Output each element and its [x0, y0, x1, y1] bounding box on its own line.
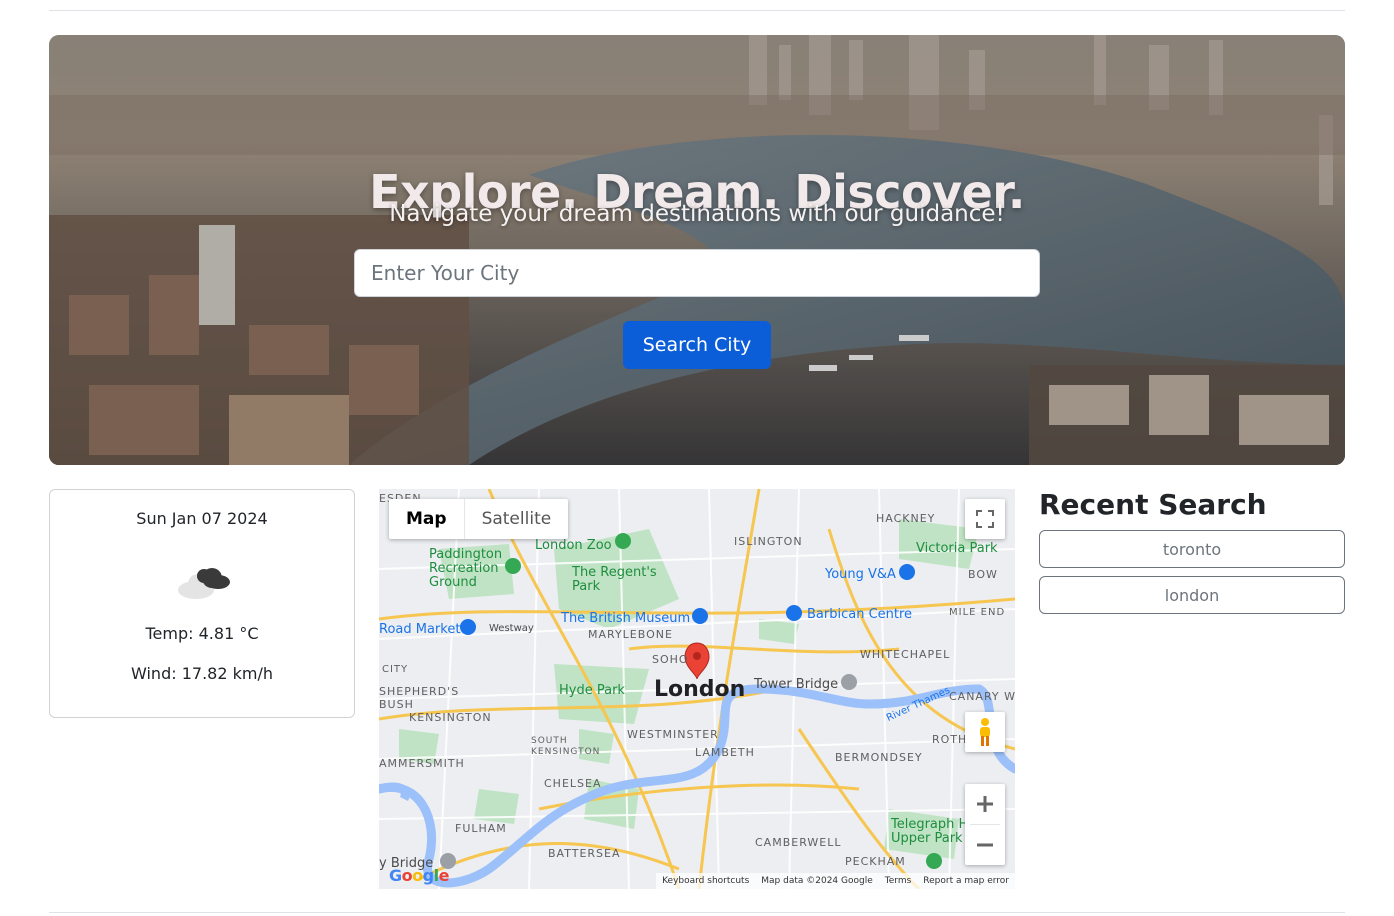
weather-temp: Temp: 4.81 °C: [145, 624, 259, 643]
map-label-bow: BOW: [968, 568, 998, 581]
weather-wind: Wind: 17.82 km/h: [131, 664, 273, 683]
map-label-marylebone: MARYLEBONE: [588, 628, 673, 641]
fullscreen-button[interactable]: [965, 499, 1005, 539]
map-label-islington: ISLINGTON: [734, 535, 803, 548]
map-label-westminster: WESTMINSTER: [627, 728, 719, 741]
map-label-paddington: Paddington Recreation Ground: [429, 547, 503, 590]
map-label-shepherds-bush: SHEPHERD'S BUSH: [379, 685, 460, 711]
hero-subtitle: Navigate your dream destinations with ou…: [389, 201, 1005, 227]
map-label-camberwell: CAMBERWELL: [755, 836, 842, 849]
hero-banner: Explore. Dream. Discover. Navigate your …: [49, 35, 1345, 465]
map-label-hyde-park: Hyde Park: [559, 683, 625, 698]
map-label-london-zoo: London Zoo: [535, 538, 612, 553]
map-label-young-va: Young V&A: [825, 567, 896, 582]
map-label-victoria-park: Victoria Park: [916, 541, 998, 556]
bottom-divider: [49, 912, 1345, 913]
terms-link[interactable]: Terms: [885, 876, 912, 886]
map-label-road-market: Road Market: [379, 622, 461, 637]
zoom-control: [965, 784, 1005, 865]
map-label-soho: SOHO: [652, 653, 689, 666]
pegman-icon: [980, 718, 990, 746]
google-map[interactable]: ESDEN HACKNEY ISLINGTON Victoria Park BO…: [379, 489, 1015, 889]
recent-search-item[interactable]: toronto: [1039, 530, 1345, 568]
map-tab-satellite[interactable]: Satellite: [465, 499, 569, 539]
map-label-westway: Westway: [489, 623, 534, 634]
fullscreen-icon: [976, 510, 994, 528]
map-label-kensington: KENSINGTON: [409, 711, 492, 724]
map-label-bermondsey: BERMONDSEY: [835, 751, 923, 764]
zoom-out-button[interactable]: [965, 825, 1005, 865]
map-label-city: CITY: [382, 664, 409, 675]
map-tab-map[interactable]: Map: [389, 499, 465, 539]
map-label-battersea: BATTERSEA: [548, 847, 621, 860]
top-divider: [49, 10, 1345, 11]
report-error-link[interactable]: Report a map error: [923, 876, 1009, 886]
cloud-icon: [178, 568, 230, 599]
map-label-canary: CANARY W: [949, 690, 1015, 703]
map-label-whitechapel: WHITECHAPEL: [860, 648, 951, 661]
minus-icon: [977, 843, 993, 847]
map-attribution: Keyboard shortcuts Map data ©2024 Google…: [656, 873, 1015, 889]
map-label-south-kensington: SOUTH KENSINGTON: [531, 736, 601, 757]
google-logo: Google: [389, 866, 449, 885]
map-label-barbican: Barbican Centre: [807, 607, 913, 622]
zoom-in-button[interactable]: [965, 784, 1005, 824]
map-label-london: London: [654, 677, 746, 702]
recent-search-title: Recent Search: [1039, 488, 1267, 521]
map-type-control: Map Satellite: [389, 499, 569, 539]
map-label-hackney: HACKNEY: [876, 512, 936, 525]
map-data-text: Map data ©2024 Google: [761, 876, 873, 886]
map-label-hammersmith: AMMERSMITH: [379, 757, 465, 770]
map-label-fulham: FULHAM: [455, 822, 507, 835]
map-label-british-museum: The British Museum: [561, 611, 691, 626]
map-label-mile-end: MILE END: [949, 607, 1006, 618]
street-view-button[interactable]: [965, 712, 1005, 752]
recent-search-item[interactable]: london: [1039, 576, 1345, 614]
weather-date: Sun Jan 07 2024: [136, 509, 268, 528]
keyboard-shortcuts-link[interactable]: Keyboard shortcuts: [662, 876, 749, 886]
map-label-telegraph: Telegraph H Upper Park: [891, 817, 969, 846]
map-label-lambeth: LAMBETH: [695, 746, 755, 759]
map-label-regents-park: The Regent's Park: [572, 565, 657, 594]
city-search-input[interactable]: [354, 249, 1040, 297]
weather-card: Sun Jan 07 2024 Temp: 4.81 °C Wind: 17.8…: [49, 489, 355, 718]
map-label-peckham: PECKHAM: [845, 855, 906, 868]
map-label-tower-bridge: Tower Bridge: [754, 677, 839, 692]
map-label-chelsea: CHELSEA: [544, 777, 602, 790]
plus-icon: [977, 796, 993, 812]
search-city-button[interactable]: Search City: [623, 321, 771, 369]
